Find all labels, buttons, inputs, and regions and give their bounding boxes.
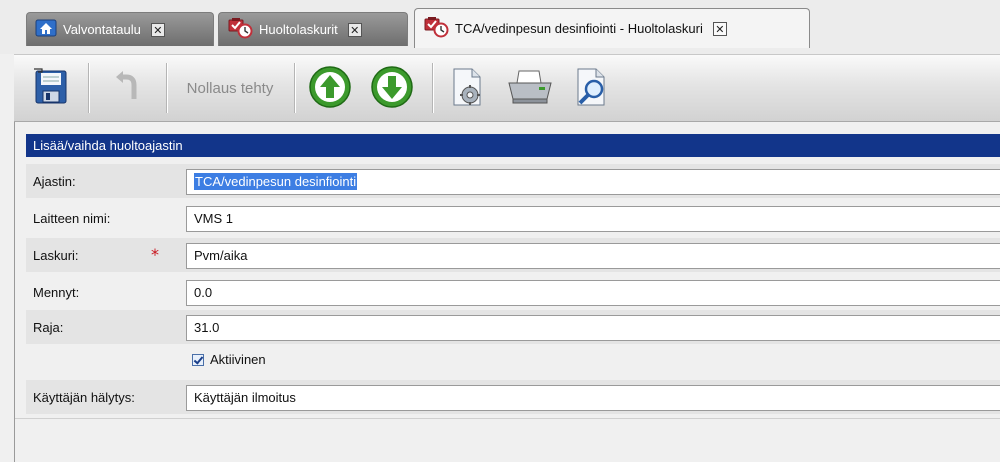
mennyt-label: Mennyt: bbox=[33, 285, 80, 300]
toolbar: Nollaus tehty bbox=[14, 54, 1000, 122]
window-left-border bbox=[14, 122, 15, 462]
tab-valvontataulu[interactable]: Valvontataulu ✕ bbox=[26, 12, 214, 46]
save-button[interactable] bbox=[28, 63, 74, 113]
row-kayttajan-halytys: Käyttäjän hälytys: Käyttäjän ilmoitus bbox=[26, 380, 1000, 414]
ajastin-value: TCA/vedinpesun desinfiointi bbox=[194, 173, 358, 190]
close-icon[interactable]: ✕ bbox=[347, 22, 362, 37]
tab-huoltolaskurit[interactable]: Huoltolaskurit ✕ bbox=[218, 12, 408, 46]
application-window: Valvontataulu ✕ Huoltolaskurit ✕ TCA/ved… bbox=[0, 0, 1000, 462]
ajastin-input[interactable]: TCA/vedinpesun desinfiointi bbox=[186, 169, 1000, 195]
print-preview-icon bbox=[572, 65, 612, 112]
print-button[interactable] bbox=[502, 63, 558, 113]
undo-icon bbox=[112, 69, 148, 108]
toolbar-separator bbox=[166, 63, 167, 113]
reset-done-label: Nollaus tehty bbox=[186, 79, 274, 97]
aktiivinen-label: Aktiivinen bbox=[210, 352, 266, 367]
row-raja: Raja: 31.0 bbox=[26, 310, 1000, 344]
raja-input[interactable]: 31.0 bbox=[186, 315, 1000, 341]
mennyt-input[interactable]: 0.0 bbox=[186, 280, 1000, 306]
kayttajan-halytys-input[interactable]: Käyttäjän ilmoitus bbox=[186, 385, 1000, 411]
raja-label: Raja: bbox=[33, 320, 64, 335]
arrow-down-icon bbox=[370, 65, 414, 112]
row-laskuri: Laskuri: * Pvm/aika bbox=[26, 238, 1000, 272]
kayttajan-halytys-label: Käyttäjän hälytys: bbox=[33, 390, 135, 405]
move-up-button[interactable] bbox=[304, 63, 356, 113]
laskuri-label: Laskuri: bbox=[33, 248, 79, 263]
laitteen-nimi-input[interactable]: VMS 1 bbox=[186, 206, 1000, 232]
printer-icon bbox=[505, 67, 555, 110]
maintenance-counter-icon bbox=[423, 16, 449, 41]
tab-label: Huoltolaskurit bbox=[259, 22, 338, 37]
laitteen-nimi-label: Laitteen nimi: bbox=[33, 211, 111, 226]
required-mark: * bbox=[151, 245, 159, 264]
toolbar-separator bbox=[294, 63, 295, 113]
row-ajastin: Ajastin: TCA/vedinpesun desinfiointi bbox=[26, 164, 1000, 198]
close-icon[interactable]: ✕ bbox=[712, 21, 727, 36]
close-icon[interactable]: ✕ bbox=[150, 22, 165, 37]
document-settings-button[interactable] bbox=[442, 63, 494, 113]
maintenance-counter-icon bbox=[227, 17, 253, 42]
aktiivinen-checkbox-row[interactable]: Aktiivinen bbox=[192, 352, 266, 367]
toolbar-separator bbox=[432, 63, 433, 113]
row-laitteen-nimi: Laitteen nimi: VMS 1 bbox=[26, 201, 1000, 235]
tab-strip: Valvontataulu ✕ Huoltolaskurit ✕ TCA/ved… bbox=[0, 0, 1000, 54]
document-settings-icon bbox=[448, 65, 488, 112]
laskuri-input[interactable]: Pvm/aika bbox=[186, 243, 1000, 269]
aktiivinen-checkbox[interactable] bbox=[192, 353, 204, 366]
undo-button[interactable] bbox=[100, 63, 160, 113]
maintenance-timer-form: Lisää/vaihda huoltoajastin Ajastin: TCA/… bbox=[14, 128, 1000, 418]
reset-done-button[interactable]: Nollaus tehty bbox=[172, 63, 288, 113]
arrow-up-icon bbox=[308, 65, 352, 112]
print-preview-button[interactable] bbox=[566, 63, 618, 113]
home-icon bbox=[35, 18, 57, 41]
save-icon bbox=[32, 67, 70, 110]
tab-label: Valvontataulu bbox=[63, 22, 141, 37]
ajastin-label: Ajastin: bbox=[33, 174, 76, 189]
panel-divider bbox=[14, 418, 1000, 419]
form-header: Lisää/vaihda huoltoajastin bbox=[26, 134, 1000, 157]
move-down-button[interactable] bbox=[366, 63, 418, 113]
toolbar-separator bbox=[88, 63, 89, 113]
row-mennyt: Mennyt: 0.0 bbox=[26, 275, 1000, 309]
tab-label: TCA/vedinpesun desinfiointi - Huoltolask… bbox=[455, 21, 703, 36]
tab-tca-huoltolaskuri[interactable]: TCA/vedinpesun desinfiointi - Huoltolask… bbox=[414, 8, 810, 48]
